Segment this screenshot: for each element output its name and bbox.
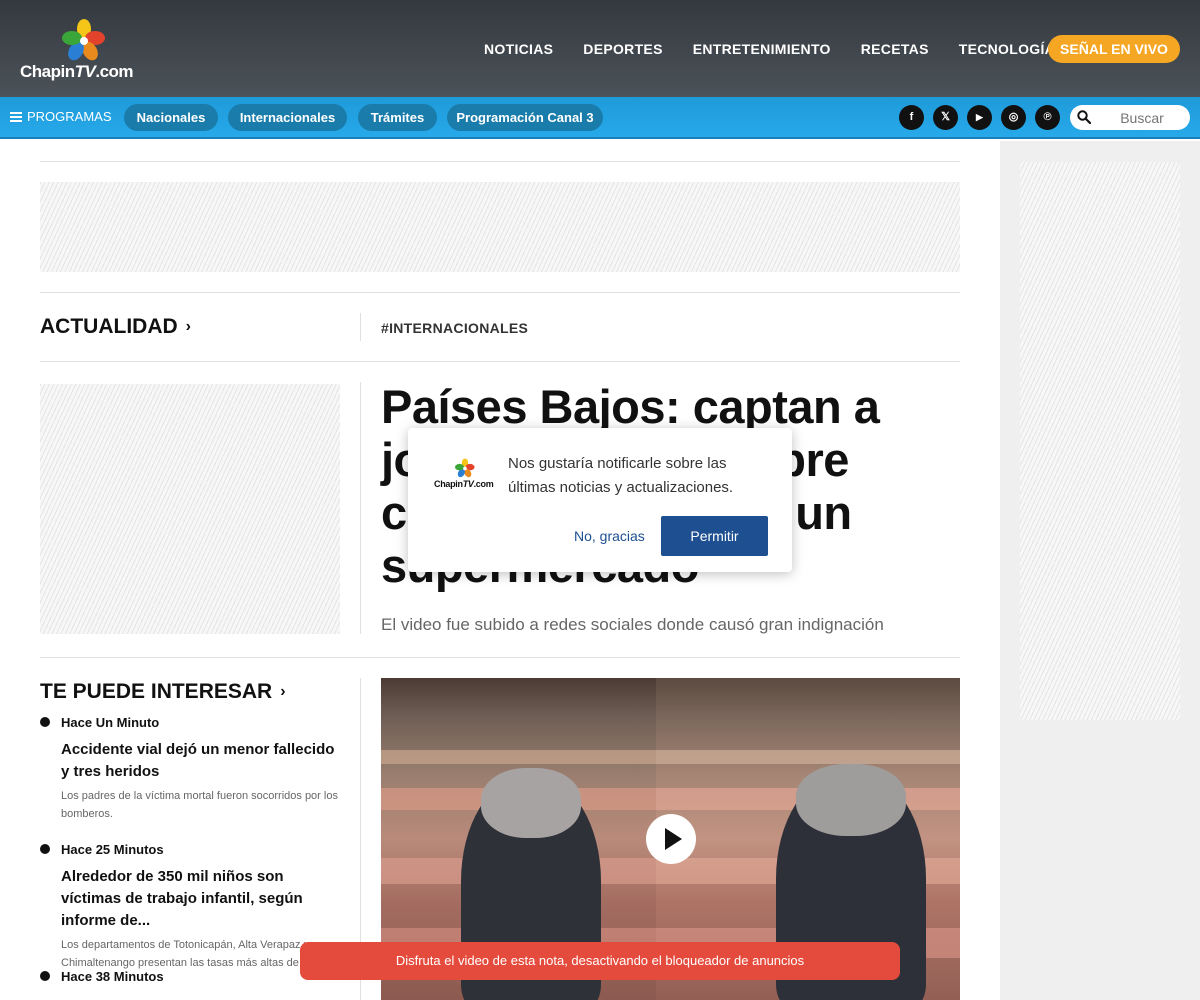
sidebar-ad-placeholder — [1020, 162, 1180, 720]
site-logo[interactable]: ChapinTV.com — [20, 18, 145, 82]
allow-button[interactable]: Permitir — [661, 516, 768, 556]
list-item[interactable]: Hace 38 Minutos — [40, 968, 340, 985]
logo-text: ChapinTV.com — [20, 62, 134, 81]
x-icon[interactable]: 𝕏 — [933, 105, 958, 130]
bullet-dot — [40, 717, 50, 727]
interest-section-title[interactable]: TE PUEDE INTERESAR › — [40, 680, 286, 704]
news-list: Hace Un Minuto Accidente vial dejó un me… — [40, 714, 340, 985]
popup-logo: ChapinTV.com — [434, 458, 496, 494]
live-signal-button[interactable]: SEÑAL EN VIVO — [1048, 35, 1180, 63]
divider — [40, 292, 960, 293]
logo-flower-icon — [62, 19, 105, 61]
news-time: Hace 25 Minutos — [61, 842, 164, 857]
divider — [360, 313, 361, 341]
article-tag[interactable]: #INTERNACIONALES — [381, 320, 528, 336]
bullet-dot — [40, 971, 50, 981]
play-icon — [665, 828, 682, 850]
divider — [40, 657, 960, 658]
facebook-icon[interactable]: f — [899, 105, 924, 130]
pinterest-icon[interactable]: ℗ — [1035, 105, 1060, 130]
play-button[interactable] — [646, 814, 696, 864]
pill-internacionales[interactable]: Internacionales — [228, 104, 347, 131]
main-nav: NOTICIAS DEPORTES ENTRETENIMIENTO RECETA… — [484, 38, 1085, 60]
pill-programacion[interactable]: Programación Canal 3 — [447, 104, 603, 131]
news-time: Hace Un Minuto — [61, 715, 160, 730]
nav-recetas[interactable]: RECETAS — [861, 38, 929, 60]
list-item[interactable]: Hace 25 Minutos Alrededor de 350 mil niñ… — [40, 841, 340, 969]
sub-nav: PROGRAMAS Nacionales Internacionales Trá… — [0, 97, 1200, 139]
search-icon[interactable] — [1077, 110, 1091, 124]
search-input[interactable] — [1100, 108, 1184, 127]
search-box — [1070, 105, 1190, 130]
news-title[interactable]: Accidente vial dejó un menor fallecido y… — [61, 739, 340, 783]
article-image-placeholder — [40, 384, 340, 634]
nav-entretenimiento[interactable]: ENTRETENIMIENTO — [693, 38, 831, 60]
adblock-notice: Disfruta el video de esta nota, desactiv… — [300, 942, 900, 980]
pill-tramites[interactable]: Trámites — [358, 104, 437, 131]
chevron-right-icon: › — [280, 683, 286, 700]
top-ad-placeholder — [40, 182, 960, 272]
chevron-right-icon: › — [185, 318, 191, 335]
hamburger-icon — [10, 111, 22, 122]
nav-noticias[interactable]: NOTICIAS — [484, 38, 553, 60]
divider — [40, 361, 960, 362]
programs-menu-button[interactable]: PROGRAMAS — [10, 109, 112, 124]
nav-tecnologia[interactable]: TECNOLOGÍA — [959, 38, 1055, 60]
notification-permission-dialog: ChapinTV.com Nos gustaría notificarle so… — [408, 428, 792, 572]
article-subtitle: El video fue subido a redes sociales don… — [381, 615, 884, 634]
news-title[interactable]: Alrededor de 350 mil niños son víctimas … — [61, 866, 340, 932]
divider — [360, 382, 361, 634]
popup-logo-text: ChapinTV.com — [434, 479, 494, 489]
bullet-dot — [40, 844, 50, 854]
news-time: Hace 38 Minutos — [61, 969, 164, 984]
programs-label: PROGRAMAS — [27, 109, 112, 124]
site-header: ChapinTV.com NOTICIAS DEPORTES ENTRETENI… — [0, 0, 1200, 97]
logo-flower-icon — [455, 458, 475, 478]
divider — [40, 161, 960, 162]
nav-deportes[interactable]: DEPORTES — [583, 38, 662, 60]
pill-nacionales[interactable]: Nacionales — [124, 104, 218, 131]
popup-message: Nos gustaría notificarle sobre las últim… — [508, 455, 734, 496]
decline-button[interactable]: No, gracias — [574, 526, 645, 546]
instagram-icon[interactable]: ◎ — [1001, 105, 1026, 130]
news-description: Los departamentos de Totonicapán, Alta V… — [61, 939, 337, 969]
list-item[interactable]: Hace Un Minuto Accidente vial dejó un me… — [40, 714, 340, 841]
news-description: Los padres de la víctima mortal fueron s… — [61, 790, 338, 820]
section-title[interactable]: ACTUALIDAD › — [40, 315, 191, 339]
youtube-icon[interactable]: ▶ — [967, 105, 992, 130]
